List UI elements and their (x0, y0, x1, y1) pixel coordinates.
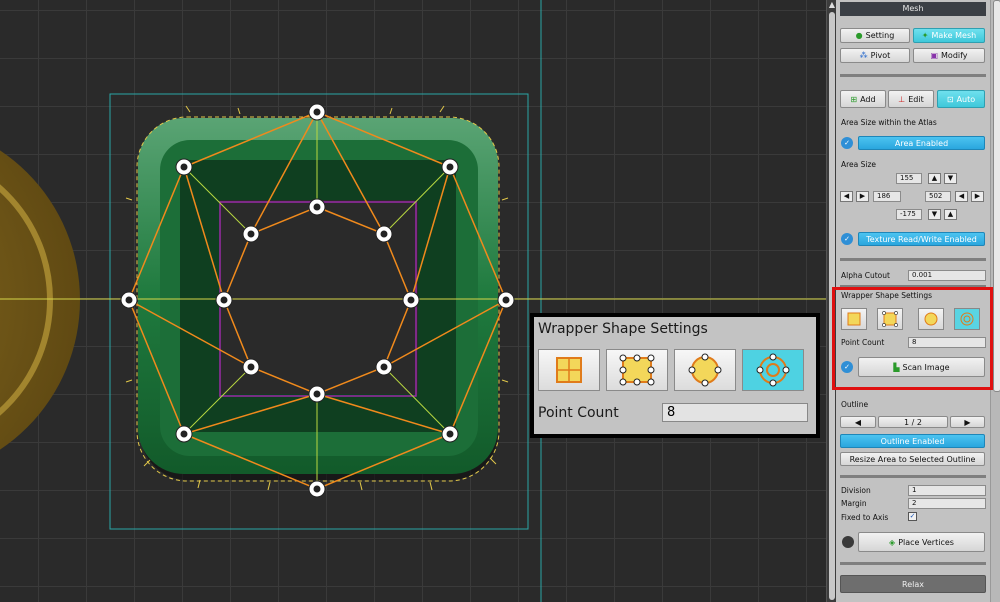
margin-label: Margin (841, 499, 867, 508)
fixed-axis-checkbox[interactable]: ✓ (908, 512, 917, 521)
area-top-down-icon[interactable]: ▼ (944, 173, 957, 184)
panel-title: Mesh (840, 2, 986, 16)
margin-field[interactable]: 2 (908, 498, 986, 509)
outline-enabled-button[interactable]: Outline Enabled (840, 434, 985, 448)
area-right-dec-icon[interactable]: ◀ (955, 191, 968, 202)
texture-rw-toggle-icon[interactable]: ✓ (841, 233, 853, 245)
division-label: Division (841, 486, 871, 495)
area-left-field[interactable]: 186 (873, 191, 901, 202)
panel-scroll-thumb[interactable] (993, 0, 1000, 392)
tab-modify[interactable]: ▣ Modify (913, 48, 985, 63)
vertex-handle (242, 358, 260, 376)
vertex-handle (308, 385, 326, 403)
vertex-handle (441, 425, 459, 443)
place-vertices-icon: ◈ (889, 537, 896, 547)
texture-read-write-button[interactable]: Texture Read/Write Enabled (858, 232, 985, 246)
tab-setting[interactable]: ● Setting (840, 28, 910, 43)
vertex-handle (441, 158, 459, 176)
area-enabled-button[interactable]: Area Enabled (858, 136, 985, 150)
setting-icon: ● (855, 31, 863, 40)
callout-shape-circle-button[interactable] (674, 349, 736, 391)
vertex-handle (175, 425, 193, 443)
outline-label: Outline (841, 400, 869, 409)
area-enabled-toggle-icon[interactable]: ✓ (841, 137, 853, 149)
area-size-label: Area Size (841, 160, 877, 169)
callout-shape-rect-points-button[interactable] (606, 349, 668, 391)
outline-prev-button[interactable]: ◀ (840, 416, 876, 428)
alpha-cutout-label: Alpha Cutout (841, 271, 890, 280)
vertex-handle (308, 480, 326, 498)
fixed-axis-label: Fixed to Axis (841, 513, 889, 522)
mode-add-button[interactable]: ⊞ Add (840, 90, 886, 108)
wrapper-shape-callout: Wrapper Shape Settings Point Count 8 (530, 313, 820, 438)
vertex-handle (308, 103, 326, 121)
vertex-handle (375, 358, 393, 376)
place-vertices-indicator-icon (842, 536, 854, 548)
area-left-dec-icon[interactable]: ◀ (840, 191, 853, 202)
relax-button[interactable]: Relax (840, 575, 986, 593)
add-icon: ⊞ (850, 94, 858, 104)
vertex-handle (375, 225, 393, 243)
area-bottom-up-icon[interactable]: ▲ (944, 209, 957, 220)
vertex-handle (242, 225, 260, 243)
division-field[interactable]: 1 (908, 485, 986, 496)
vertex-handle (308, 198, 326, 216)
outline-next-button[interactable]: ▶ (950, 416, 985, 428)
area-bottom-down-icon[interactable]: ▼ (928, 209, 941, 220)
vertex-handle (215, 291, 233, 309)
place-vertices-button[interactable]: ◈ Place Vertices (858, 532, 985, 552)
highlight-box (832, 287, 993, 390)
resize-area-button[interactable]: Resize Area to Selected Outline (840, 452, 985, 466)
make-mesh-icon: ✦ (921, 31, 929, 40)
vertex-handle (175, 158, 193, 176)
area-bottom-field[interactable]: -175 (896, 209, 922, 220)
area-top-up-icon[interactable]: ▲ (928, 173, 941, 184)
area-size-atlas-label: Area Size within the Atlas (841, 118, 937, 127)
arrow-right-icon: ▶ (964, 417, 971, 427)
area-right-inc-icon[interactable]: ▶ (971, 191, 984, 202)
callout-point-count-label: Point Count (538, 405, 619, 421)
area-left-inc-icon[interactable]: ▶ (856, 191, 869, 202)
callout-title: Wrapper Shape Settings (538, 321, 708, 337)
pivot-icon: ⁂ (859, 51, 868, 60)
outline-page: 1 / 2 (878, 416, 948, 428)
gold-sprite (0, 150, 80, 450)
callout-point-count-field[interactable]: 8 (662, 403, 808, 422)
callout-shape-rect-button[interactable] (538, 349, 600, 391)
vertex-handle (402, 291, 420, 309)
mode-auto-button[interactable]: ⊡ Auto (937, 90, 985, 108)
alpha-cutout-field[interactable]: 0.001 (908, 270, 986, 281)
edit-icon: ⊥ (898, 94, 906, 104)
area-top-field[interactable]: 155 (896, 173, 922, 184)
mode-edit-button[interactable]: ⊥ Edit (888, 90, 934, 108)
tab-pivot[interactable]: ⁂ Pivot (840, 48, 910, 63)
arrow-left-icon: ◀ (854, 417, 862, 427)
vertex-handle (120, 291, 138, 309)
mesh-canvas[interactable] (0, 0, 826, 602)
vertex-handle (497, 291, 515, 309)
tab-make-mesh[interactable]: ✦ Make Mesh (913, 28, 985, 43)
area-right-field[interactable]: 502 (925, 191, 951, 202)
auto-icon: ⊡ (946, 94, 954, 104)
callout-shape-ring-button[interactable] (742, 349, 804, 391)
scene-viewport[interactable]: Wrapper Shape Settings Point Count 8 (0, 0, 826, 602)
modify-icon: ▣ (930, 51, 939, 60)
